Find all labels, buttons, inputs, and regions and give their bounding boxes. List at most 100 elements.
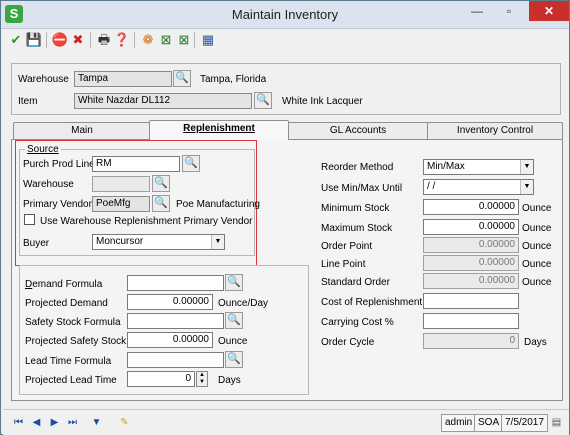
magnifier-icon: 🔍 xyxy=(227,353,241,365)
magnifier-icon: 🔍 xyxy=(256,94,270,106)
use-min-max-until-label: Use Min/Max Until xyxy=(321,183,403,194)
date-status: 7/5/2017 xyxy=(501,414,548,432)
projected-safety-stock-label: Projected Safety Stock xyxy=(25,336,127,347)
reorder-method-select[interactable]: Min/Max ▼ xyxy=(423,159,534,175)
magnifier-icon: 🔍 xyxy=(184,157,198,169)
next-record-icon: ▶ xyxy=(50,417,59,428)
color-wheel-icon: ❁ xyxy=(142,32,154,47)
order-cycle-field: 0 xyxy=(423,333,519,349)
last-record-icon: ⏭ xyxy=(68,417,77,428)
source-warehouse-lookup-button[interactable]: 🔍 xyxy=(152,175,170,192)
maximum-stock-label: Maximum Stock xyxy=(321,223,393,234)
standard-order-unit: Ounce xyxy=(522,277,552,288)
item-lookup-button[interactable]: 🔍 xyxy=(254,92,272,109)
minimum-stock-unit: Ounce xyxy=(522,203,552,214)
title-bar: S Maintain Inventory — ▫ ✕ xyxy=(1,1,569,29)
buyer-label: Buyer xyxy=(23,238,50,249)
calculator-button[interactable]: ▦ xyxy=(199,31,217,49)
next-record-button[interactable]: ▶ xyxy=(47,415,62,430)
memo-button[interactable]: ✎ xyxy=(117,415,132,430)
calendar-button[interactable]: ▤ xyxy=(549,415,564,430)
toolbar-separator xyxy=(90,32,91,48)
accept-button[interactable]: ✔ xyxy=(7,31,25,49)
reorder-method-label: Reorder Method xyxy=(321,162,394,173)
order-point-label: Order Point xyxy=(321,241,373,252)
tab-main[interactable]: Main xyxy=(13,122,151,139)
maximum-stock-field[interactable]: 0.00000 xyxy=(423,219,519,235)
primary-vendor-lookup-button[interactable]: 🔍 xyxy=(152,195,170,212)
maximize-button[interactable]: ▫ xyxy=(495,1,523,21)
primary-vendor-field[interactable]: PoeMfg xyxy=(92,196,150,212)
warehouse-lookup-button[interactable]: 🔍 xyxy=(173,70,191,87)
projected-lead-time-field[interactable]: 0 xyxy=(127,371,195,387)
close-button[interactable]: ✕ xyxy=(529,1,569,21)
buyer-select[interactable]: Moncursor ▼ xyxy=(92,234,225,250)
source-warehouse-field[interactable] xyxy=(92,176,150,192)
safety-stock-formula-field[interactable] xyxy=(127,313,224,329)
standard-order-label: Standard Order xyxy=(321,277,390,288)
use-min-max-until-date[interactable]: / / ▼ xyxy=(423,179,534,195)
import-icon: ⊠ xyxy=(178,32,190,47)
order-cycle-unit: Days xyxy=(524,337,547,348)
tab-inventory-control[interactable]: Inventory Control xyxy=(427,122,563,139)
print-button[interactable]: 🖶 xyxy=(95,31,113,49)
standard-order-field: 0.00000 xyxy=(423,273,519,289)
projected-demand-field[interactable]: 0.00000 xyxy=(127,294,213,310)
projected-demand-label: Projected Demand xyxy=(25,298,108,309)
projected-lead-time-unit: Days xyxy=(218,375,241,386)
lead-time-formula-lookup-button[interactable]: 🔍 xyxy=(225,351,243,368)
export-button[interactable]: ⊠ xyxy=(157,31,175,49)
tab-replenishment[interactable]: Replenishment xyxy=(149,120,289,140)
tab-gl-accounts[interactable]: GL Accounts xyxy=(287,122,429,139)
minimum-stock-field[interactable]: 0.00000 xyxy=(423,199,519,215)
cancel-icon: ⛔ xyxy=(51,32,69,47)
minimum-stock-label: Minimum Stock xyxy=(321,203,390,214)
order-cycle-label: Order Cycle xyxy=(321,337,375,348)
projected-safety-stock-unit: Ounce xyxy=(218,336,248,347)
projected-safety-stock-field[interactable]: 0.00000 xyxy=(127,332,213,348)
projected-demand-unit: Ounce/Day xyxy=(218,298,269,309)
first-record-button[interactable]: ⏮ xyxy=(11,415,26,430)
item-label: Item xyxy=(18,96,38,107)
toolbar-separator xyxy=(46,32,47,48)
help-button[interactable]: ❓ xyxy=(113,31,131,49)
chevron-down-icon: ▼ xyxy=(520,160,533,174)
minimize-button[interactable]: — xyxy=(463,1,491,21)
maximum-stock-unit: Ounce xyxy=(522,223,552,234)
calendar-icon: ▤ xyxy=(551,417,562,428)
order-point-field: 0.00000 xyxy=(423,237,519,253)
purch-prod-line-field[interactable]: RM xyxy=(92,156,180,172)
previous-record-icon: ◀ xyxy=(32,417,41,428)
save-button[interactable]: 💾 xyxy=(25,31,43,49)
color-wheel-button[interactable]: ❁ xyxy=(139,31,157,49)
line-point-label: Line Point xyxy=(321,259,366,270)
filter-button[interactable]: ▼ xyxy=(89,415,104,430)
magnifier-icon: 🔍 xyxy=(227,276,241,288)
demand-formula-lookup-button[interactable]: 🔍 xyxy=(225,274,243,291)
demand-formula-label: Demand Formula xyxy=(25,279,103,290)
status-bar: ⏮ ◀ ▶ ⏭ ▼ ✎ admin SOA 7/5/2017 ▤ xyxy=(3,409,569,435)
purch-prod-line-lookup-button[interactable]: 🔍 xyxy=(182,155,200,172)
cancel-button[interactable]: ⛔ xyxy=(51,31,69,49)
lead-time-spinner[interactable]: ▲ ▼ xyxy=(196,371,208,387)
item-field[interactable]: White Nazdar DL112 xyxy=(74,93,252,109)
import-button[interactable]: ⊠ xyxy=(175,31,193,49)
use-warehouse-vendor-checkbox[interactable] xyxy=(24,214,35,225)
purch-prod-line-label: Purch Prod Line xyxy=(23,159,95,170)
previous-record-button[interactable]: ◀ xyxy=(29,415,44,430)
delete-button[interactable]: ✖ xyxy=(69,31,87,49)
warehouse-field[interactable]: Tampa xyxy=(74,71,172,87)
last-record-button[interactable]: ⏭ xyxy=(65,415,80,430)
lead-time-formula-field[interactable] xyxy=(127,352,224,368)
calculator-icon: ▦ xyxy=(201,32,215,47)
carrying-cost-field[interactable] xyxy=(423,313,519,329)
print-icon: 🖶 xyxy=(97,32,111,47)
item-description: White Ink Lacquer xyxy=(282,96,363,107)
lead-time-formula-label: Lead Time Formula xyxy=(25,356,112,367)
demand-formula-field[interactable] xyxy=(127,275,224,291)
magnifier-icon: 🔍 xyxy=(154,177,168,189)
filter-icon: ▼ xyxy=(91,417,102,428)
cost-of-replenishment-field[interactable] xyxy=(423,293,519,309)
safety-stock-formula-lookup-button[interactable]: 🔍 xyxy=(225,312,243,329)
help-icon: ❓ xyxy=(113,32,131,47)
